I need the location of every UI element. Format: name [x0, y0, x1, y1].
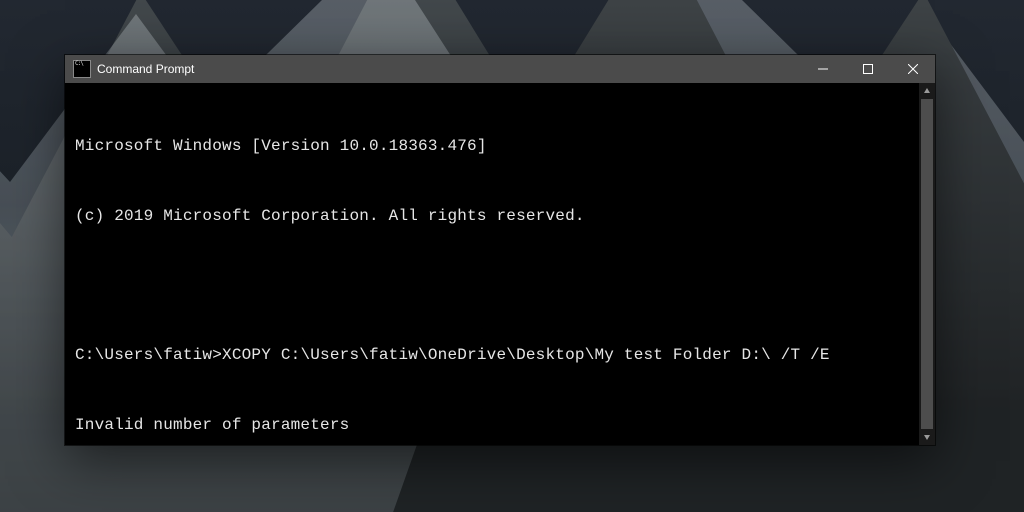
- close-button[interactable]: [890, 55, 935, 83]
- command-text: XCOPY C:\Users\fatiw\OneDrive\Desktop\My…: [222, 346, 830, 364]
- blank-line: [75, 275, 913, 298]
- scroll-thumb[interactable]: [921, 99, 933, 429]
- scroll-up-button[interactable]: [919, 83, 935, 99]
- os-version-line: Microsoft Windows [Version 10.0.18363.47…: [75, 135, 913, 158]
- vertical-scrollbar[interactable]: [919, 83, 935, 445]
- terminal-output[interactable]: Microsoft Windows [Version 10.0.18363.47…: [65, 83, 935, 445]
- error-line: Invalid number of parameters: [75, 414, 913, 437]
- minimize-button[interactable]: [800, 55, 845, 83]
- scroll-down-button[interactable]: [919, 429, 935, 445]
- window-title: Command Prompt: [97, 62, 194, 76]
- terminal-area[interactable]: Microsoft Windows [Version 10.0.18363.47…: [65, 83, 935, 445]
- window-titlebar[interactable]: Command Prompt: [65, 55, 935, 83]
- command-prompt-window: Command Prompt Microsoft Windows [Versio…: [65, 55, 935, 445]
- copyright-line: (c) 2019 Microsoft Corporation. All righ…: [75, 205, 913, 228]
- prompt-text: C:\Users\fatiw>: [75, 346, 222, 364]
- maximize-button[interactable]: [845, 55, 890, 83]
- command-line: C:\Users\fatiw>XCOPY C:\Users\fatiw\OneD…: [75, 344, 913, 367]
- cmd-icon: [73, 60, 91, 78]
